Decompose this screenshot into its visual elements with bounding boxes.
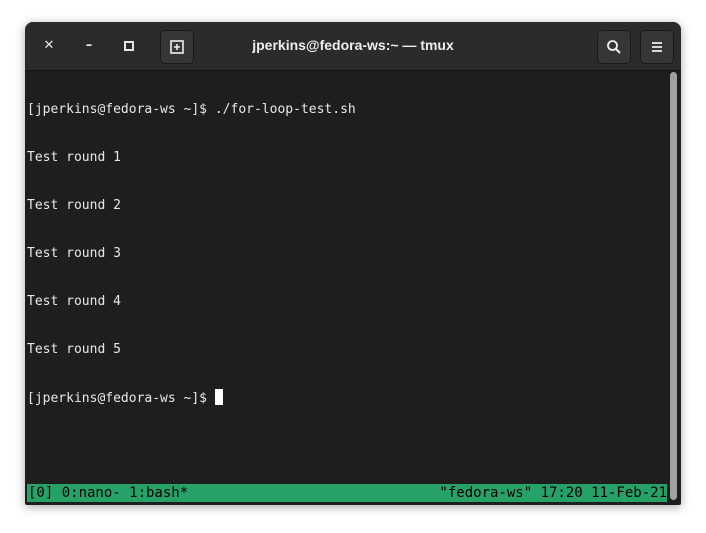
terminal-line: Test round 3 [27,246,121,261]
terminal-line: Test round 1 [27,150,121,165]
prompt-line: [jperkins@fedora-ws ~]$ [27,389,667,407]
terminal-line: [jperkins@fedora-ws ~]$ ./for-loop-test.… [27,102,356,117]
tmux-windows: [0] 0:nano- 1:bash* [28,485,189,501]
tmux-status-right: "fedora-ws" 17:20 11-Feb-21 [439,485,667,501]
terminal-output[interactable]: [jperkins@fedora-ws ~]$ ./for-loop-test.… [27,71,667,481]
tmux-status-bar: [0] 0:nano- 1:bash* "fedora-ws" 17:20 11… [27,484,667,502]
prompt: [jperkins@fedora-ws ~]$ [27,391,215,406]
terminal-line: Test round 4 [27,294,121,309]
header-bar: ✕ – jperkins@fedora-ws:~ — tmux [25,22,681,71]
menu-button[interactable] [640,30,674,64]
terminal-line: Test round 5 [27,342,121,357]
window-title: jperkins@fedora-ws:~ — tmux [252,37,454,53]
search-icon [607,40,621,54]
hamburger-icon [652,42,662,52]
terminal-line: Test round 2 [27,198,121,213]
search-button[interactable] [597,30,631,64]
scrollbar[interactable] [670,72,677,500]
terminal-window: ✕ – jperkins@fedora-ws:~ — tmux [jperkin… [25,22,681,505]
cursor [214,389,223,405]
